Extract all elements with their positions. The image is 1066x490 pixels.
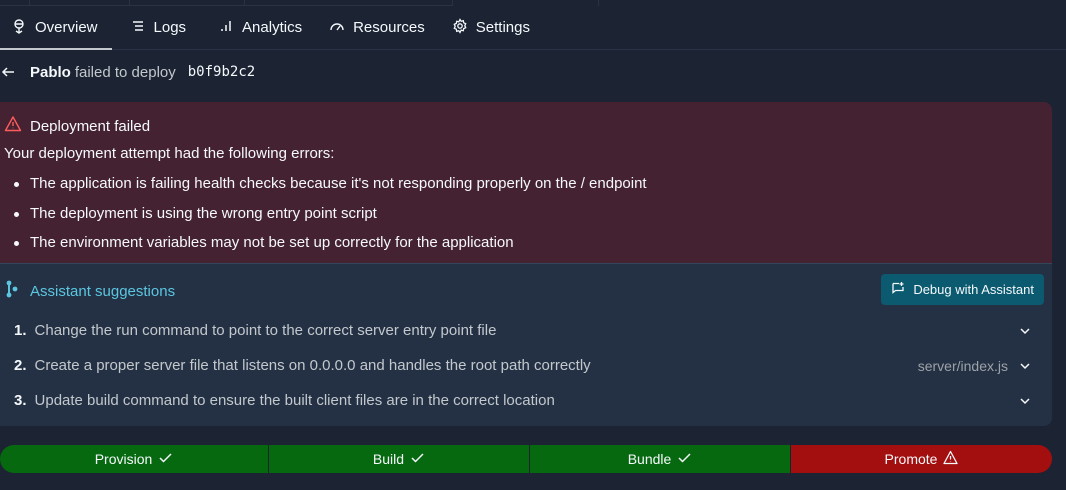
- suggestion-number: 1.: [14, 322, 27, 339]
- error-list: The application is failing health checks…: [12, 174, 647, 263]
- back-arrow-icon[interactable]: [0, 64, 16, 80]
- debug-button-label: Debug with Assistant: [913, 282, 1034, 297]
- deployment-tabs: Overview Logs Analytics Resources Settin…: [0, 6, 1066, 50]
- stage-label: Promote: [884, 451, 938, 467]
- checkmark-icon: [158, 450, 173, 468]
- stage-label: Provision: [94, 451, 153, 467]
- suggestion-number: 2.: [14, 357, 27, 374]
- chat-icon: [891, 281, 905, 298]
- checkmark-icon: [677, 450, 692, 468]
- suggestion-file: server/index.js: [917, 357, 1008, 374]
- error-title-text: Deployment failed: [30, 117, 151, 135]
- assistant-header: Assistant suggestions: [6, 280, 175, 303]
- suggestion-item[interactable]: 3. Update build command to ensure the bu…: [0, 383, 1052, 418]
- tab-label: Analytics: [242, 19, 303, 36]
- deploy-status-text: failed to deploy: [74, 63, 176, 81]
- suggestion-text: Update build command to ensure the built…: [34, 392, 555, 409]
- suggestion-list: 1. Change the run command to point to th…: [0, 313, 1052, 418]
- debug-with-assistant-button[interactable]: Debug with Assistant: [881, 274, 1044, 305]
- warning-icon: [943, 450, 959, 468]
- tab-logs[interactable]: Logs: [112, 6, 196, 49]
- assistant-icon: [6, 280, 18, 303]
- deployment-pipeline: Provision Build Bundle Promote: [0, 445, 1052, 473]
- error-item: The application is failing health checks…: [12, 174, 647, 204]
- stage-label: Bundle: [627, 451, 672, 467]
- warning-icon: [4, 115, 22, 137]
- tab-analytics[interactable]: Analytics: [195, 6, 311, 49]
- tab-label: Settings: [475, 19, 530, 36]
- deployment-breadcrumb: Pablo failed to deploy b0f9b2c2: [0, 60, 255, 84]
- assistant-suggestions: Assistant suggestions Debug with Assista…: [0, 263, 1052, 426]
- error-item: The deployment is using the wrong entry …: [12, 204, 647, 234]
- suggestion-item[interactable]: 2. Create a proper server file that list…: [0, 348, 1052, 383]
- assistant-title: Assistant suggestions: [30, 283, 176, 300]
- stage-label: Build: [372, 451, 405, 467]
- chevron-down-icon[interactable]: [1018, 324, 1032, 338]
- checkmark-icon: [410, 450, 425, 468]
- suggestion-item[interactable]: 1. Change the run command to point to th…: [0, 313, 1052, 348]
- tab-settings[interactable]: Settings: [434, 6, 539, 49]
- error-item: The environment variables may not be set…: [12, 233, 647, 263]
- tab-label: Logs: [153, 19, 187, 36]
- pipeline-stage-provision[interactable]: Provision: [0, 445, 268, 473]
- deployment-icon: [11, 18, 27, 38]
- error-box: Deployment failed Your deployment attemp…: [0, 102, 1052, 263]
- gauge-icon: [329, 18, 345, 38]
- pipeline-stage-bundle[interactable]: Bundle: [529, 445, 790, 473]
- tab-label: Resources: [353, 19, 425, 36]
- error-title: Deployment failed: [4, 115, 150, 137]
- gear-icon: [452, 17, 468, 38]
- pipeline-stage-build[interactable]: Build: [268, 445, 529, 473]
- commit-sha[interactable]: b0f9b2c2: [188, 64, 255, 80]
- suggestion-text: Create a proper server file that listens…: [34, 357, 591, 374]
- list-icon: [130, 18, 146, 38]
- tab-overview[interactable]: Overview: [0, 6, 112, 50]
- deployment-failure-panel: Deployment failed Your deployment attemp…: [0, 102, 1052, 426]
- tab-label: Overview: [35, 19, 98, 36]
- error-intro: Your deployment attempt had the followin…: [4, 145, 335, 162]
- chevron-down-icon[interactable]: [1018, 394, 1032, 408]
- suggestion-number: 3.: [14, 392, 27, 409]
- tab-resources[interactable]: Resources: [311, 6, 434, 49]
- suggestion-text: Change the run command to point to the c…: [34, 322, 497, 339]
- deploy-author[interactable]: Pablo: [30, 64, 71, 81]
- pipeline-stage-promote[interactable]: Promote: [790, 445, 1052, 473]
- bar-chart-icon: [218, 18, 234, 38]
- chevron-down-icon[interactable]: [1018, 359, 1032, 373]
